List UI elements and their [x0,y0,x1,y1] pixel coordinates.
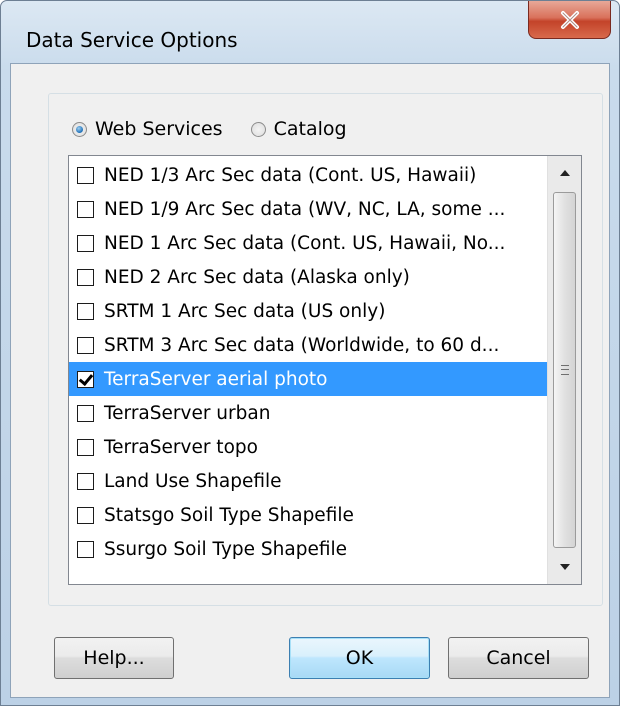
list-item-checkbox[interactable] [77,540,94,558]
vertical-scrollbar[interactable] [547,156,581,584]
list-item-label: Ssurgo Soil Type Shapefile [104,538,348,560]
list-item-checkbox[interactable] [77,336,94,354]
list-item[interactable]: TerraServer topo [69,430,547,464]
scroll-up-icon [559,170,570,176]
web-services-label[interactable]: Web Services [95,118,223,140]
window-title: Data Service Options [26,28,238,52]
list-item-checkbox[interactable] [77,200,94,218]
list-item[interactable]: SRTM 1 Arc Sec data (US only) [69,294,547,328]
dialog-window: Data Service Options Web Services Catalo… [0,0,620,706]
list-item[interactable]: NED 1 Arc Sec data (Cont. US, Hawaii, No… [69,226,547,260]
list-item-checkbox[interactable] [77,370,94,388]
list-item[interactable]: Land Use Shapefile [69,464,547,498]
cancel-button[interactable]: Cancel [448,637,589,679]
scroll-thumb[interactable] [553,192,576,548]
list-item-label: NED 1/3 Arc Sec data (Cont. US, Hawaii) [104,164,477,186]
scroll-down-icon [559,564,570,570]
list-item-label: NED 2 Arc Sec data (Alaska only) [104,266,410,288]
list-item-label: TerraServer aerial photo [104,368,328,390]
source-radio-group: Web Services Catalog [72,115,375,143]
list-item-checkbox[interactable] [77,404,94,422]
list-item-checkbox[interactable] [77,438,94,456]
list-item[interactable]: SRTM 3 Arc Sec data (Worldwide, to 60 d.… [69,328,547,362]
list-item-label: TerraServer urban [104,402,271,424]
list-item[interactable]: TerraServer urban [69,396,547,430]
help-button[interactable]: Help... [54,637,174,679]
catalog-radio[interactable] [250,121,266,137]
list-item[interactable]: Ssurgo Soil Type Shapefile [69,532,547,566]
web-services-radio[interactable] [72,121,87,137]
list-item[interactable]: Statsgo Soil Type Shapefile [69,498,547,532]
catalog-label[interactable]: Catalog [274,118,347,140]
data-service-list[interactable]: NED 1/3 Arc Sec data (Cont. US, Hawaii) N… [68,155,582,585]
list-item[interactable]: NED 2 Arc Sec data (Alaska only) [69,260,547,294]
list-item-label: Land Use Shapefile [104,470,282,492]
list-item-checkbox[interactable] [77,166,94,184]
list-item-checkbox[interactable] [77,302,94,320]
scroll-grip-icon [560,365,569,375]
close-button[interactable] [528,1,611,39]
close-icon [560,10,579,29]
list-item[interactable]: NED 1/3 Arc Sec data (Cont. US, Hawaii) [69,158,547,192]
scroll-up-button[interactable] [548,156,581,190]
list-item-checkbox[interactable] [77,506,94,524]
list-item-label: SRTM 3 Arc Sec data (Worldwide, to 60 d.… [104,334,500,356]
list-item-label: NED 1/9 Arc Sec data (WV, NC, LA, some .… [104,198,506,220]
list-item-label: TerraServer topo [104,436,258,458]
list-item-checkbox[interactable] [77,268,94,286]
dialog-client-area: Web Services Catalog NED 1/3 Arc Sec dat… [10,63,610,698]
list-item-label: SRTM 1 Arc Sec data (US only) [104,300,386,322]
ok-button[interactable]: OK [289,637,430,679]
list-item[interactable]: TerraServer aerial photo [69,362,547,396]
list-item-checkbox[interactable] [77,472,94,490]
list-item-label: Statsgo Soil Type Shapefile [104,504,354,526]
list-item[interactable]: NED 1/9 Arc Sec data (WV, NC, LA, some .… [69,192,547,226]
list-item-checkbox[interactable] [77,234,94,252]
list-item-label: NED 1 Arc Sec data (Cont. US, Hawaii, No… [104,232,506,254]
scroll-down-button[interactable] [548,550,581,584]
